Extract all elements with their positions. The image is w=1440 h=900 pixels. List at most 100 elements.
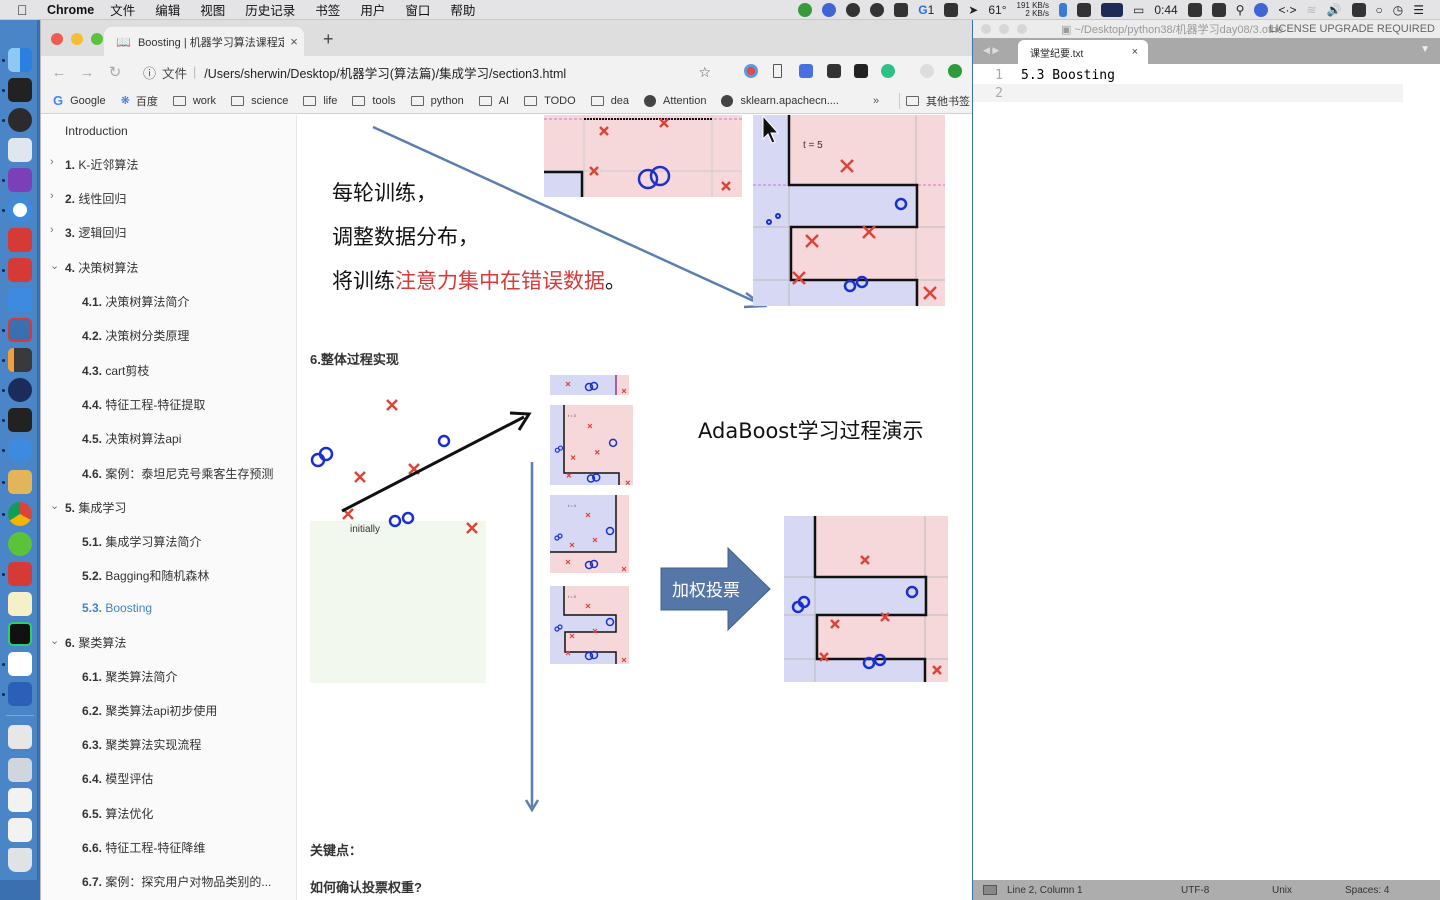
battery-icon[interactable]: ▭ [1133,3,1144,17]
onenote-icon[interactable] [8,168,32,192]
bookmark-todo[interactable]: TODO [524,95,576,107]
profile-avatar[interactable] [920,64,934,78]
tab-dropdown-icon[interactable]: ▼ [1420,44,1430,55]
line-endings[interactable]: Unix [1272,885,1292,896]
tab-close-icon[interactable]: × [1132,46,1138,58]
baidu-netdisk-icon[interactable] [8,652,32,676]
obs-icon[interactable] [822,3,837,17]
circle-icon[interactable]: ○ [1376,3,1383,17]
editor-line-current[interactable]: 2 [973,84,1403,102]
indentation[interactable]: Spaces: 4 [1345,885,1389,896]
pen-app-icon[interactable] [8,288,32,312]
editor-line[interactable]: 1 5.3 Boosting [973,66,1403,84]
address-bar[interactable]: ⓘ 文件 | /Users/sherwin/Desktop/机器学习(算法篇)/… [131,59,731,85]
activity-monitor-icon[interactable] [8,408,32,432]
finder-icon[interactable] [8,48,32,72]
chevron-down-icon[interactable]: ⌄ [50,259,59,272]
toc-item[interactable]: ⌄ 6. 聚类算法 [50,634,126,651]
clock-icon[interactable]: ◷ [1393,3,1403,17]
bookmark-ai[interactable]: AI [478,95,509,107]
bookmark-tools[interactable]: tools [352,95,396,107]
update-icon[interactable] [798,3,813,17]
window-icon[interactable] [894,3,909,17]
bookmark-attention[interactable]: Attention [644,94,706,107]
menu-history[interactable]: 历史记录 [245,0,295,19]
menu-people[interactable]: 用户 [360,0,385,19]
minimize-window-button[interactable] [71,33,83,45]
word-icon[interactable] [8,682,32,706]
extension-x-icon[interactable] [827,64,841,78]
toc-item[interactable]: › 3. 逻辑回归 [50,224,126,241]
extension-tampermonkey-icon[interactable] [854,64,868,78]
safari-icon[interactable] [8,438,32,462]
toc-item[interactable]: 6.1. 聚类算法简介 [82,668,177,685]
chevron-down-icon[interactable]: ⌄ [50,499,59,512]
extension-jh-icon[interactable] [799,64,813,78]
notes-icon[interactable] [8,592,32,616]
sublime-icon[interactable] [8,348,32,372]
toc-item[interactable]: ⌄ 4. 决策树算法 [50,259,138,276]
bookmark-star-icon[interactable]: ☆ [698,64,711,81]
toc-item[interactable]: 6.2. 聚类算法api初步使用 [82,702,217,719]
apple-menu-icon[interactable]:  [17,2,33,18]
toc-item[interactable]: 4.4. 特征工程-特征提取 [82,396,205,413]
new-tab-button[interactable]: + [323,29,334,50]
editor-tab-notes[interactable]: 课堂纪要.txt × [1018,40,1148,64]
toc-item[interactable]: Introduction [65,124,128,138]
other-bookmarks[interactable]: 其他书签 [899,92,970,109]
tab-nav-arrows[interactable]: ◀ ▶ [983,45,999,56]
cloud-icon[interactable] [846,3,861,17]
toc-item[interactable]: 4.1. 决策树算法简介 [82,293,189,310]
bookmark-work[interactable]: work [172,95,216,107]
menu-bookmarks[interactable]: 书签 [315,0,340,19]
file-stack-icon[interactable] [8,788,32,812]
wechat-icon[interactable] [8,532,32,556]
close-window-button[interactable] [981,24,991,34]
terminal-icon[interactable] [8,78,32,102]
encoding[interactable]: UTF-8 [1181,885,1209,896]
bookmark-baidu[interactable]: ❋ 百度 [121,93,158,109]
close-window-button[interactable] [51,33,63,45]
toc-item[interactable]: 5.3. Boosting [82,601,152,615]
toc-item[interactable]: 4.6. 案例：泰坦尼克号乘客生存预测 [82,465,273,482]
url-text[interactable]: /Users/sherwin/Desktop/机器学习(算法篇)/集成学习/se… [204,63,566,82]
input-method-icon[interactable] [944,3,959,17]
toc-item[interactable]: 6.5. 算法优化 [82,805,153,822]
bookmark-life[interactable]: life [303,95,337,107]
toc-item[interactable]: › 1. K-近邻算法 [50,156,138,173]
notification-center-icon[interactable]: ☰ [1413,3,1424,17]
minimize-window-button[interactable] [999,24,1009,34]
menu-help[interactable]: 帮助 [450,0,475,19]
screenshot-stack-icon[interactable] [8,758,32,782]
g-app-icon[interactable] [8,258,32,282]
toc-item[interactable]: 6.4. 模型评估 [82,770,153,787]
s-app-icon[interactable] [1351,3,1366,17]
tab-close-icon[interactable]: × [284,34,304,49]
maximize-window-button[interactable] [1017,24,1027,34]
netease-music-icon[interactable] [8,562,32,586]
video-player-icon[interactable] [8,378,32,402]
cloud-drive-icon[interactable] [8,228,32,252]
toc-item[interactable]: ⌄ 5. 集成学习 [50,499,126,516]
reload-icon[interactable]: ↻ [101,63,129,81]
toc-item[interactable]: 6.3. 聚类算法实现流程 [82,736,201,753]
menu-file[interactable]: 文件 [110,0,135,19]
bookmark-dea[interactable]: dea [590,95,629,107]
split-icon[interactable] [1211,3,1226,17]
textedit-icon[interactable] [8,138,32,162]
bookmark-sklearn[interactable]: sklearn.apachecn.... [721,94,839,107]
spotlight-icon[interactable]: ⚲ [1236,3,1245,17]
bookmark-python[interactable]: python [410,95,464,107]
chevron-right-icon[interactable]: › [50,224,54,236]
extension-bookmark-icon[interactable] [773,64,782,78]
parallels-icon[interactable] [8,318,32,342]
bookmark-science[interactable]: science [231,95,288,107]
panel-toggle-icon[interactable] [983,885,997,895]
chevron-right-icon[interactable]: › [50,190,54,202]
display-icon[interactable] [1187,3,1202,17]
chevron-down-icon[interactable]: ⌄ [50,634,59,647]
wifi-icon[interactable]: ≋ [1306,3,1316,17]
extension-translate-icon[interactable] [744,64,758,78]
update-chrome-icon[interactable] [948,64,962,78]
tab-boosting[interactable]: 📖 Boosting | 机器学习算法课程定 × [104,27,304,56]
